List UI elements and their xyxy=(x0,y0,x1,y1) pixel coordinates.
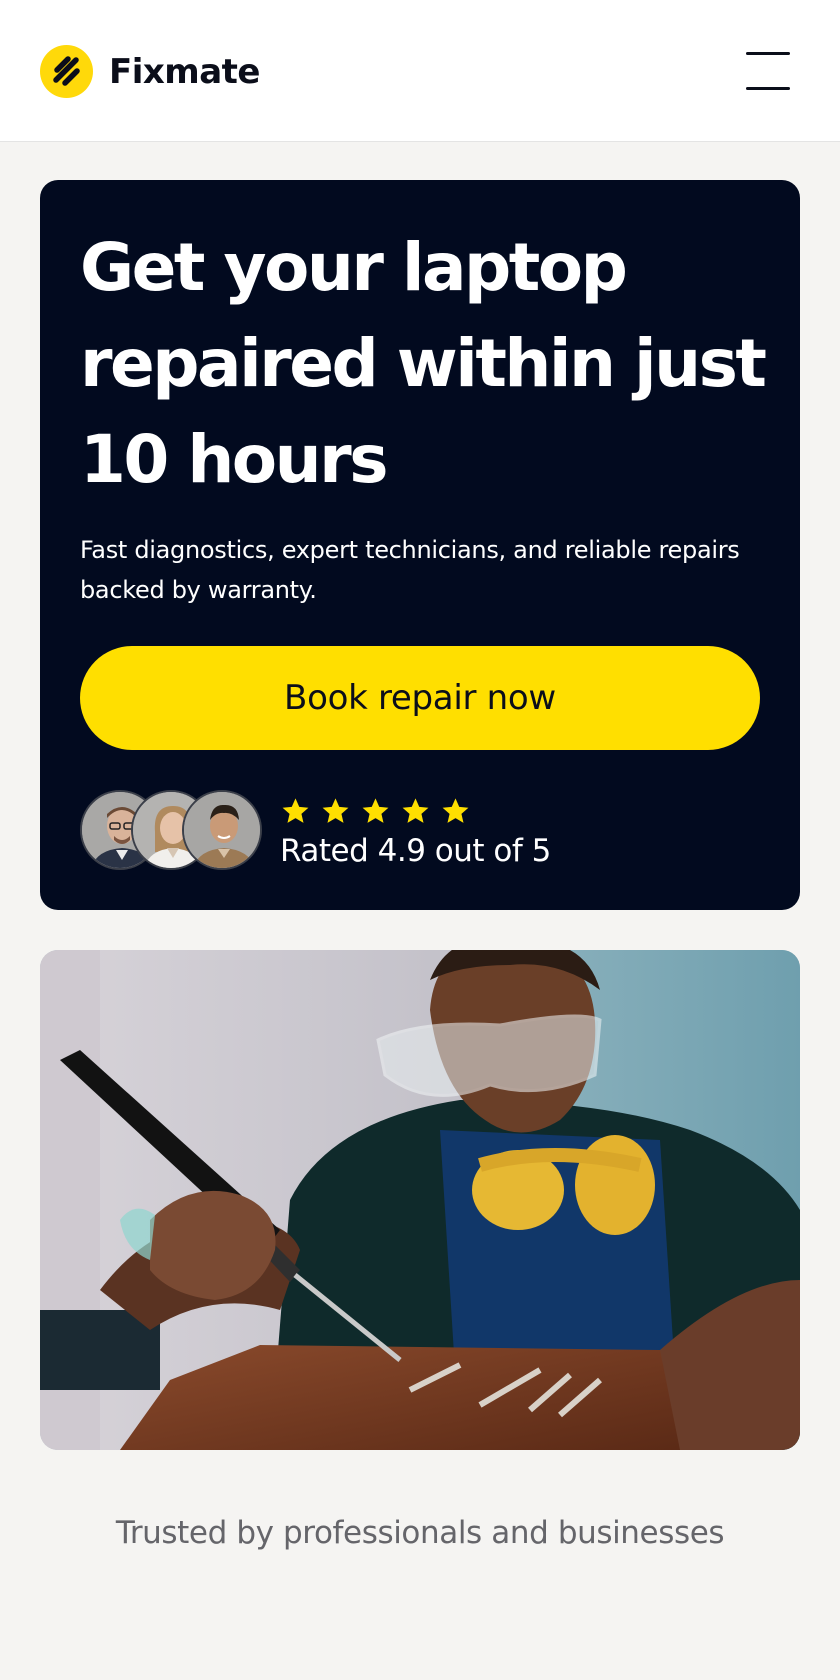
site-header: Fixmate xyxy=(0,0,840,142)
brand-logo[interactable]: Fixmate xyxy=(40,45,261,98)
star-icon xyxy=(322,797,349,823)
logo-icon xyxy=(40,45,93,98)
hero-card: Get your laptop repaired within just 10 … xyxy=(40,180,800,910)
rating-text: Rated 4.9 out of 5 xyxy=(280,832,551,869)
brand-name: Fixmate xyxy=(109,51,261,92)
hero-subtitle: Fast diagnostics, expert technicians, an… xyxy=(80,536,740,604)
star-icon xyxy=(402,797,429,823)
avatar xyxy=(182,790,262,870)
customer-avatars xyxy=(80,790,262,874)
technician-photo xyxy=(40,950,800,1450)
hamburger-menu-icon[interactable] xyxy=(746,52,790,90)
star-icon xyxy=(442,797,469,823)
star-icon xyxy=(282,797,309,823)
trusted-by-text: Trusted by professionals and businesses xyxy=(115,1515,725,1551)
star-rating xyxy=(280,796,551,827)
hero-title: Get your laptop repaired within just 10 … xyxy=(80,229,767,498)
star-icon xyxy=(362,797,389,823)
book-repair-button[interactable]: Book repair now xyxy=(80,646,760,750)
rating-row: Rated 4.9 out of 5 xyxy=(80,790,551,874)
rating-info: Rated 4.9 out of 5 xyxy=(280,796,551,869)
